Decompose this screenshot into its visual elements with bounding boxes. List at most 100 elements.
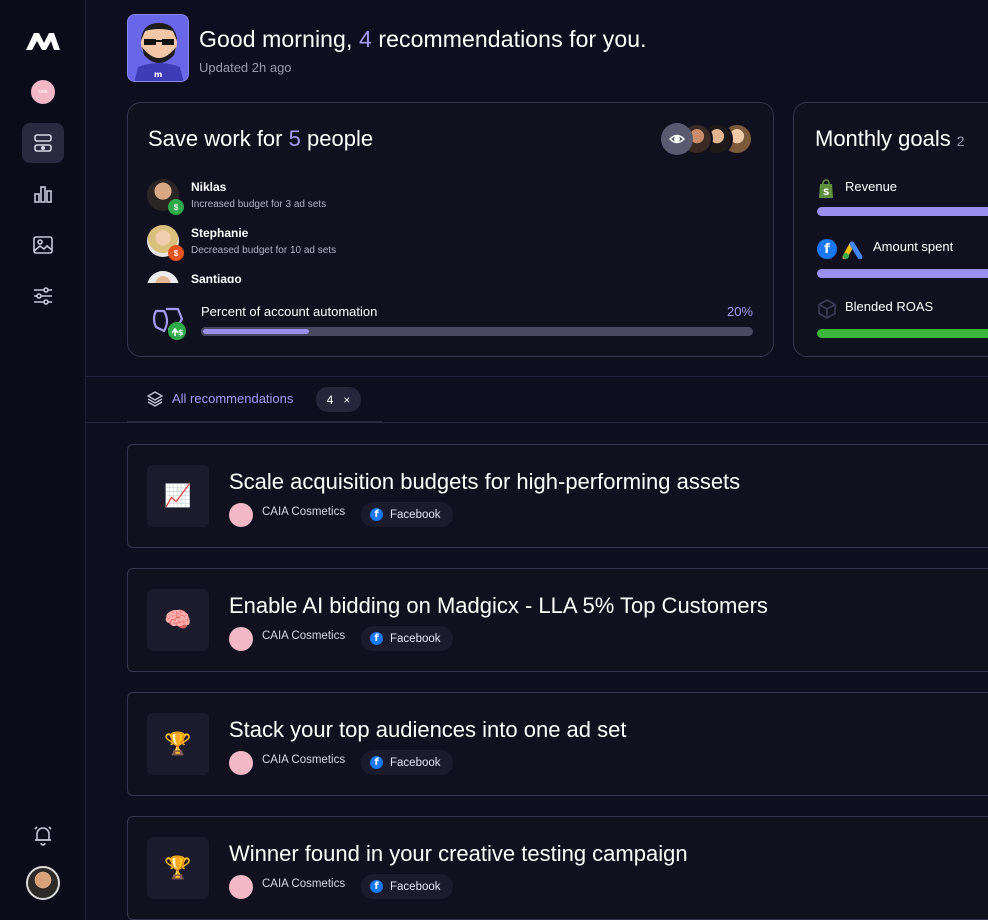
rec-emoji: 🏆 bbox=[164, 731, 192, 756]
svg-text:S: S bbox=[823, 188, 829, 198]
monthly-goals-title: Monthly goals 2 bbox=[815, 126, 965, 152]
recommendation-count-chip[interactable]: 4 × bbox=[316, 387, 361, 412]
rec-emoji: 🧠 bbox=[164, 607, 192, 632]
platform-label: Facebook bbox=[390, 880, 441, 893]
brand-name: CAIA Cosmetics bbox=[262, 878, 346, 890]
brand-account-label: caia bbox=[38, 89, 48, 95]
person-action: Decreased budget for 10 ad sets bbox=[191, 245, 337, 256]
budget-down-icon: $ bbox=[168, 245, 184, 261]
automation-label: Percent of account automation bbox=[201, 304, 378, 319]
save-work-title-prefix: Save work for bbox=[148, 126, 283, 151]
recommendation-title: Scale acquisition budgets for high-perfo… bbox=[229, 469, 741, 494]
layers-icon bbox=[147, 391, 163, 407]
sidebar: caia bbox=[0, 0, 86, 920]
trophy-icon: 🏆 bbox=[147, 837, 209, 899]
sidebar-item-notifications[interactable] bbox=[22, 815, 64, 855]
automation-percent: 20% bbox=[726, 304, 753, 319]
facebook-icon: f bbox=[370, 880, 383, 893]
eye-icon[interactable] bbox=[661, 123, 693, 155]
close-icon[interactable]: × bbox=[343, 393, 350, 407]
brand-name: CAIA Cosmetics bbox=[262, 630, 346, 642]
goal-label: Revenue bbox=[845, 179, 898, 194]
platform-chip: f Facebook bbox=[361, 626, 453, 651]
brand-name: CAIA Cosmetics bbox=[262, 754, 346, 766]
automation-progress-fill bbox=[201, 327, 312, 336]
cube-icon bbox=[818, 299, 836, 319]
user-avatar[interactable] bbox=[26, 866, 60, 900]
brand-logo[interactable] bbox=[24, 30, 62, 52]
tab-active-indicator bbox=[127, 421, 382, 423]
bell-icon bbox=[34, 826, 52, 846]
brand-name: CAIA Cosmetics bbox=[262, 506, 346, 518]
monthly-goals-label: Monthly goals bbox=[815, 126, 951, 151]
brand-avatar bbox=[229, 627, 253, 651]
facebook-icon: f bbox=[370, 632, 383, 645]
recommendation-title: Enable AI bidding on Madgicx - LLA 5% To… bbox=[229, 593, 768, 618]
platform-label: Facebook bbox=[390, 756, 441, 769]
budget-up-icon: $ bbox=[168, 199, 184, 215]
brand-avatar bbox=[229, 875, 253, 899]
sliders-icon bbox=[34, 287, 52, 305]
greeting-heading: Good morning, 4 recommendations for you. bbox=[199, 26, 647, 53]
automation-progress-bar bbox=[201, 327, 753, 336]
goal-label: Amount spent bbox=[873, 239, 954, 254]
platform-label: Facebook bbox=[390, 508, 441, 521]
automation-icon bbox=[34, 134, 52, 152]
recommendation-title: Winner found in your creative testing ca… bbox=[229, 841, 688, 866]
greeting-prefix: Good morning, bbox=[199, 26, 353, 52]
goal-progress-bar bbox=[817, 329, 988, 338]
facebook-icon: f bbox=[370, 508, 383, 521]
chip-count: 4 bbox=[326, 392, 334, 407]
people-count: 5 bbox=[288, 126, 301, 151]
divider bbox=[86, 376, 988, 377]
rec-emoji: 🏆 bbox=[164, 855, 192, 880]
brand-account-avatar[interactable]: caia bbox=[31, 80, 55, 104]
save-work-card[interactable]: Save work for 5 people $ Niklas Increase… bbox=[127, 102, 774, 357]
automation-badge-icon: $ bbox=[152, 307, 186, 340]
profile-illustration: m bbox=[127, 14, 189, 82]
goal-label: Blended ROAS bbox=[845, 299, 934, 314]
save-work-title: Save work for 5 people bbox=[148, 126, 373, 152]
person-name: Santiago bbox=[191, 272, 242, 283]
facebook-icon: f bbox=[817, 239, 837, 259]
brain-icon: 🧠 bbox=[147, 589, 209, 651]
recommendation-card[interactable]: 🧠 Enable AI bidding on Madgicx - LLA 5% … bbox=[127, 568, 988, 672]
person-action: Increased budget for 3 ad sets bbox=[191, 199, 327, 210]
chart-icon bbox=[34, 186, 52, 203]
brand-avatar bbox=[229, 751, 253, 775]
facebook-icon: f bbox=[370, 756, 383, 769]
person-name: Niklas bbox=[191, 180, 227, 194]
people-avatar-stack[interactable] bbox=[661, 123, 753, 155]
recommendation-card[interactable]: 📈 Scale acquisition budgets for high-per… bbox=[127, 444, 988, 548]
goals-count: 2 bbox=[956, 133, 965, 149]
people-list: $ Niklas Increased budget for 3 ad sets … bbox=[128, 175, 773, 283]
google-ads-icon bbox=[842, 241, 863, 259]
shopify-icon: S bbox=[819, 179, 833, 198]
greeting-suffix: recommendations for you. bbox=[378, 26, 647, 52]
platform-label: Facebook bbox=[390, 632, 441, 645]
recommendation-title: Stack your top audiences into one ad set bbox=[229, 717, 627, 742]
recommendation-card[interactable]: 🏆 Winner found in your creative testing … bbox=[127, 816, 988, 920]
image-icon bbox=[33, 236, 53, 254]
goal-progress-bar bbox=[817, 269, 988, 278]
tab-all-recommendations[interactable]: All recommendations bbox=[172, 391, 293, 406]
person-name: Stephanie bbox=[191, 226, 249, 240]
sidebar-item-settings[interactable] bbox=[22, 276, 64, 316]
recommendation-card[interactable]: 🏆 Stack your top audiences into one ad s… bbox=[127, 692, 988, 796]
sidebar-item-automation[interactable] bbox=[22, 123, 64, 163]
chart-up-icon: 📈 bbox=[147, 465, 209, 527]
save-work-title-suffix: people bbox=[307, 126, 374, 151]
updated-timestamp: Updated 2h ago bbox=[199, 60, 292, 75]
trophy-icon: 🏆 bbox=[147, 713, 209, 775]
brand-avatar bbox=[229, 503, 253, 527]
sidebar-item-analytics[interactable] bbox=[22, 174, 64, 214]
rec-emoji: 📈 bbox=[164, 483, 192, 508]
svg-text:m: m bbox=[154, 70, 162, 79]
goal-progress-bar bbox=[817, 207, 988, 216]
avatar bbox=[147, 271, 179, 283]
platform-chip: f Facebook bbox=[361, 502, 453, 527]
sidebar-item-creatives[interactable] bbox=[22, 225, 64, 265]
recommendation-count: 4 bbox=[358, 26, 372, 52]
monthly-goals-card[interactable]: Monthly goals 2 S Revenue f Amount spent … bbox=[793, 102, 988, 357]
platform-chip: f Facebook bbox=[361, 874, 453, 899]
